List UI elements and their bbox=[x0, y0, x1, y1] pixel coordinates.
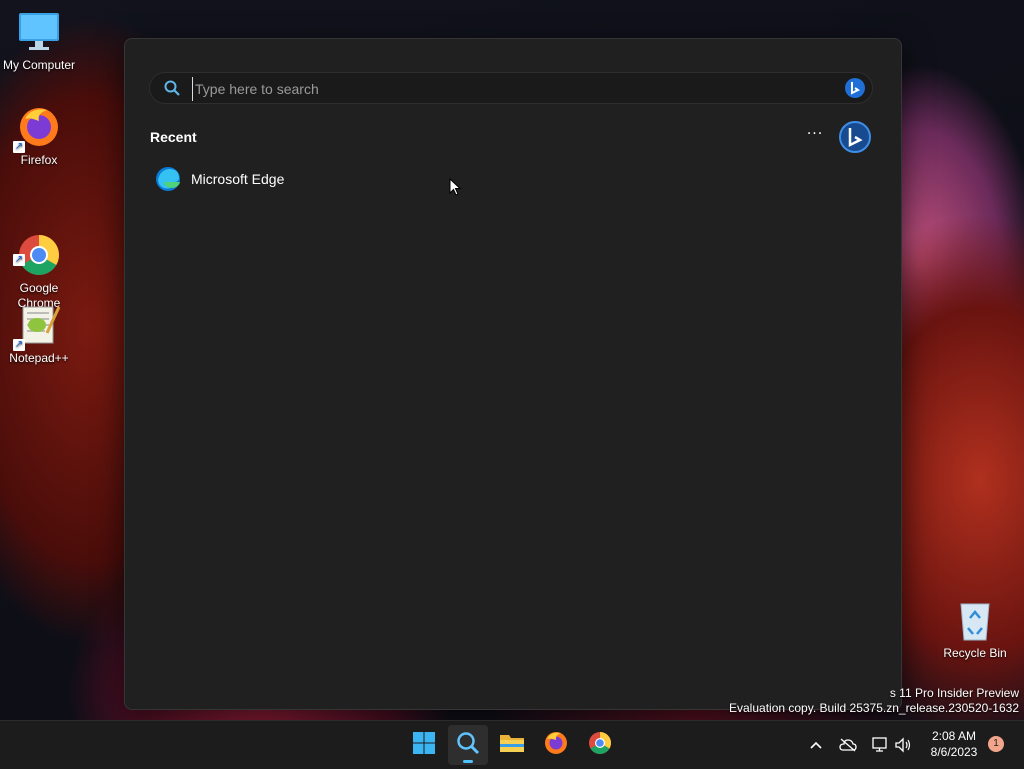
show-hidden-icons-chevron-icon[interactable] bbox=[806, 735, 826, 755]
bing-chat-icon[interactable] bbox=[838, 120, 872, 154]
desktop-icon-notepad-plus-plus[interactable]: ↗ Notepad++ bbox=[1, 303, 77, 366]
search-flyout: Recent ··· Microsoft Edge bbox=[124, 38, 902, 710]
firefox-icon: ↗ bbox=[13, 105, 61, 153]
search-input[interactable] bbox=[192, 77, 797, 101]
desktop-icon-firefox[interactable]: ↗ Firefox bbox=[1, 105, 77, 168]
search-icon bbox=[456, 731, 480, 759]
taskbar-firefox-button[interactable] bbox=[536, 725, 576, 765]
taskbar-chrome-button[interactable] bbox=[580, 725, 620, 765]
system-clock[interactable]: 2:08 AM 8/6/2023 bbox=[920, 728, 988, 760]
onedrive-offline-icon[interactable] bbox=[838, 735, 858, 755]
watermark-line-1: s 11 Pro Insider Preview bbox=[889, 686, 1019, 700]
clock-time: 2:08 AM bbox=[931, 729, 977, 743]
computer-icon bbox=[17, 10, 61, 54]
desktop-icon-label: Notepad++ bbox=[9, 351, 69, 365]
desktop-icon-label: My Computer bbox=[2, 58, 76, 72]
notepad-plus-plus-icon: ↗ bbox=[13, 303, 61, 351]
clock-date: 8/6/2023 bbox=[930, 745, 978, 759]
notification-badge[interactable]: 1 bbox=[988, 736, 1004, 752]
desktop-icon-label: Firefox bbox=[20, 153, 58, 167]
desktop-icon-label: Recycle Bin bbox=[943, 646, 1007, 660]
more-options-button[interactable]: ··· bbox=[805, 127, 825, 145]
shortcut-arrow-icon: ↗ bbox=[13, 141, 25, 153]
evaluation-watermark: s 11 Pro Insider Preview Evaluation copy… bbox=[729, 686, 1019, 716]
file-explorer-button[interactable] bbox=[492, 725, 532, 765]
volume-icon[interactable] bbox=[893, 735, 913, 755]
recycle-bin-icon bbox=[953, 598, 997, 642]
chrome-icon: ↗ bbox=[13, 218, 61, 275]
windows-start-icon bbox=[412, 731, 436, 759]
taskbar-search-button[interactable] bbox=[448, 725, 488, 765]
edge-icon bbox=[155, 166, 181, 192]
start-button[interactable] bbox=[404, 725, 444, 765]
shortcut-arrow-icon: ↗ bbox=[13, 254, 25, 266]
shortcut-arrow-icon: ↗ bbox=[13, 339, 25, 351]
watermark-line-2: Evaluation copy. Build 25375.zn_release.… bbox=[729, 701, 1019, 715]
mouse-cursor-icon bbox=[449, 177, 462, 196]
search-box[interactable] bbox=[149, 72, 873, 104]
recent-item-microsoft-edge[interactable]: Microsoft Edge bbox=[155, 163, 284, 195]
bing-icon[interactable] bbox=[844, 77, 866, 99]
recent-item-label: Microsoft Edge bbox=[191, 171, 285, 187]
firefox-icon bbox=[544, 731, 568, 759]
network-icon[interactable] bbox=[870, 735, 890, 755]
chrome-icon bbox=[588, 731, 612, 759]
desktop-icon-recycle-bin[interactable]: Recycle Bin bbox=[937, 598, 1013, 661]
taskbar: 2:08 AM 8/6/2023 1 bbox=[0, 720, 1024, 769]
desktop-icon-my-computer[interactable]: My Computer bbox=[1, 10, 77, 73]
folder-icon bbox=[499, 732, 525, 758]
search-icon bbox=[164, 80, 180, 96]
recent-heading: Recent bbox=[150, 129, 197, 145]
